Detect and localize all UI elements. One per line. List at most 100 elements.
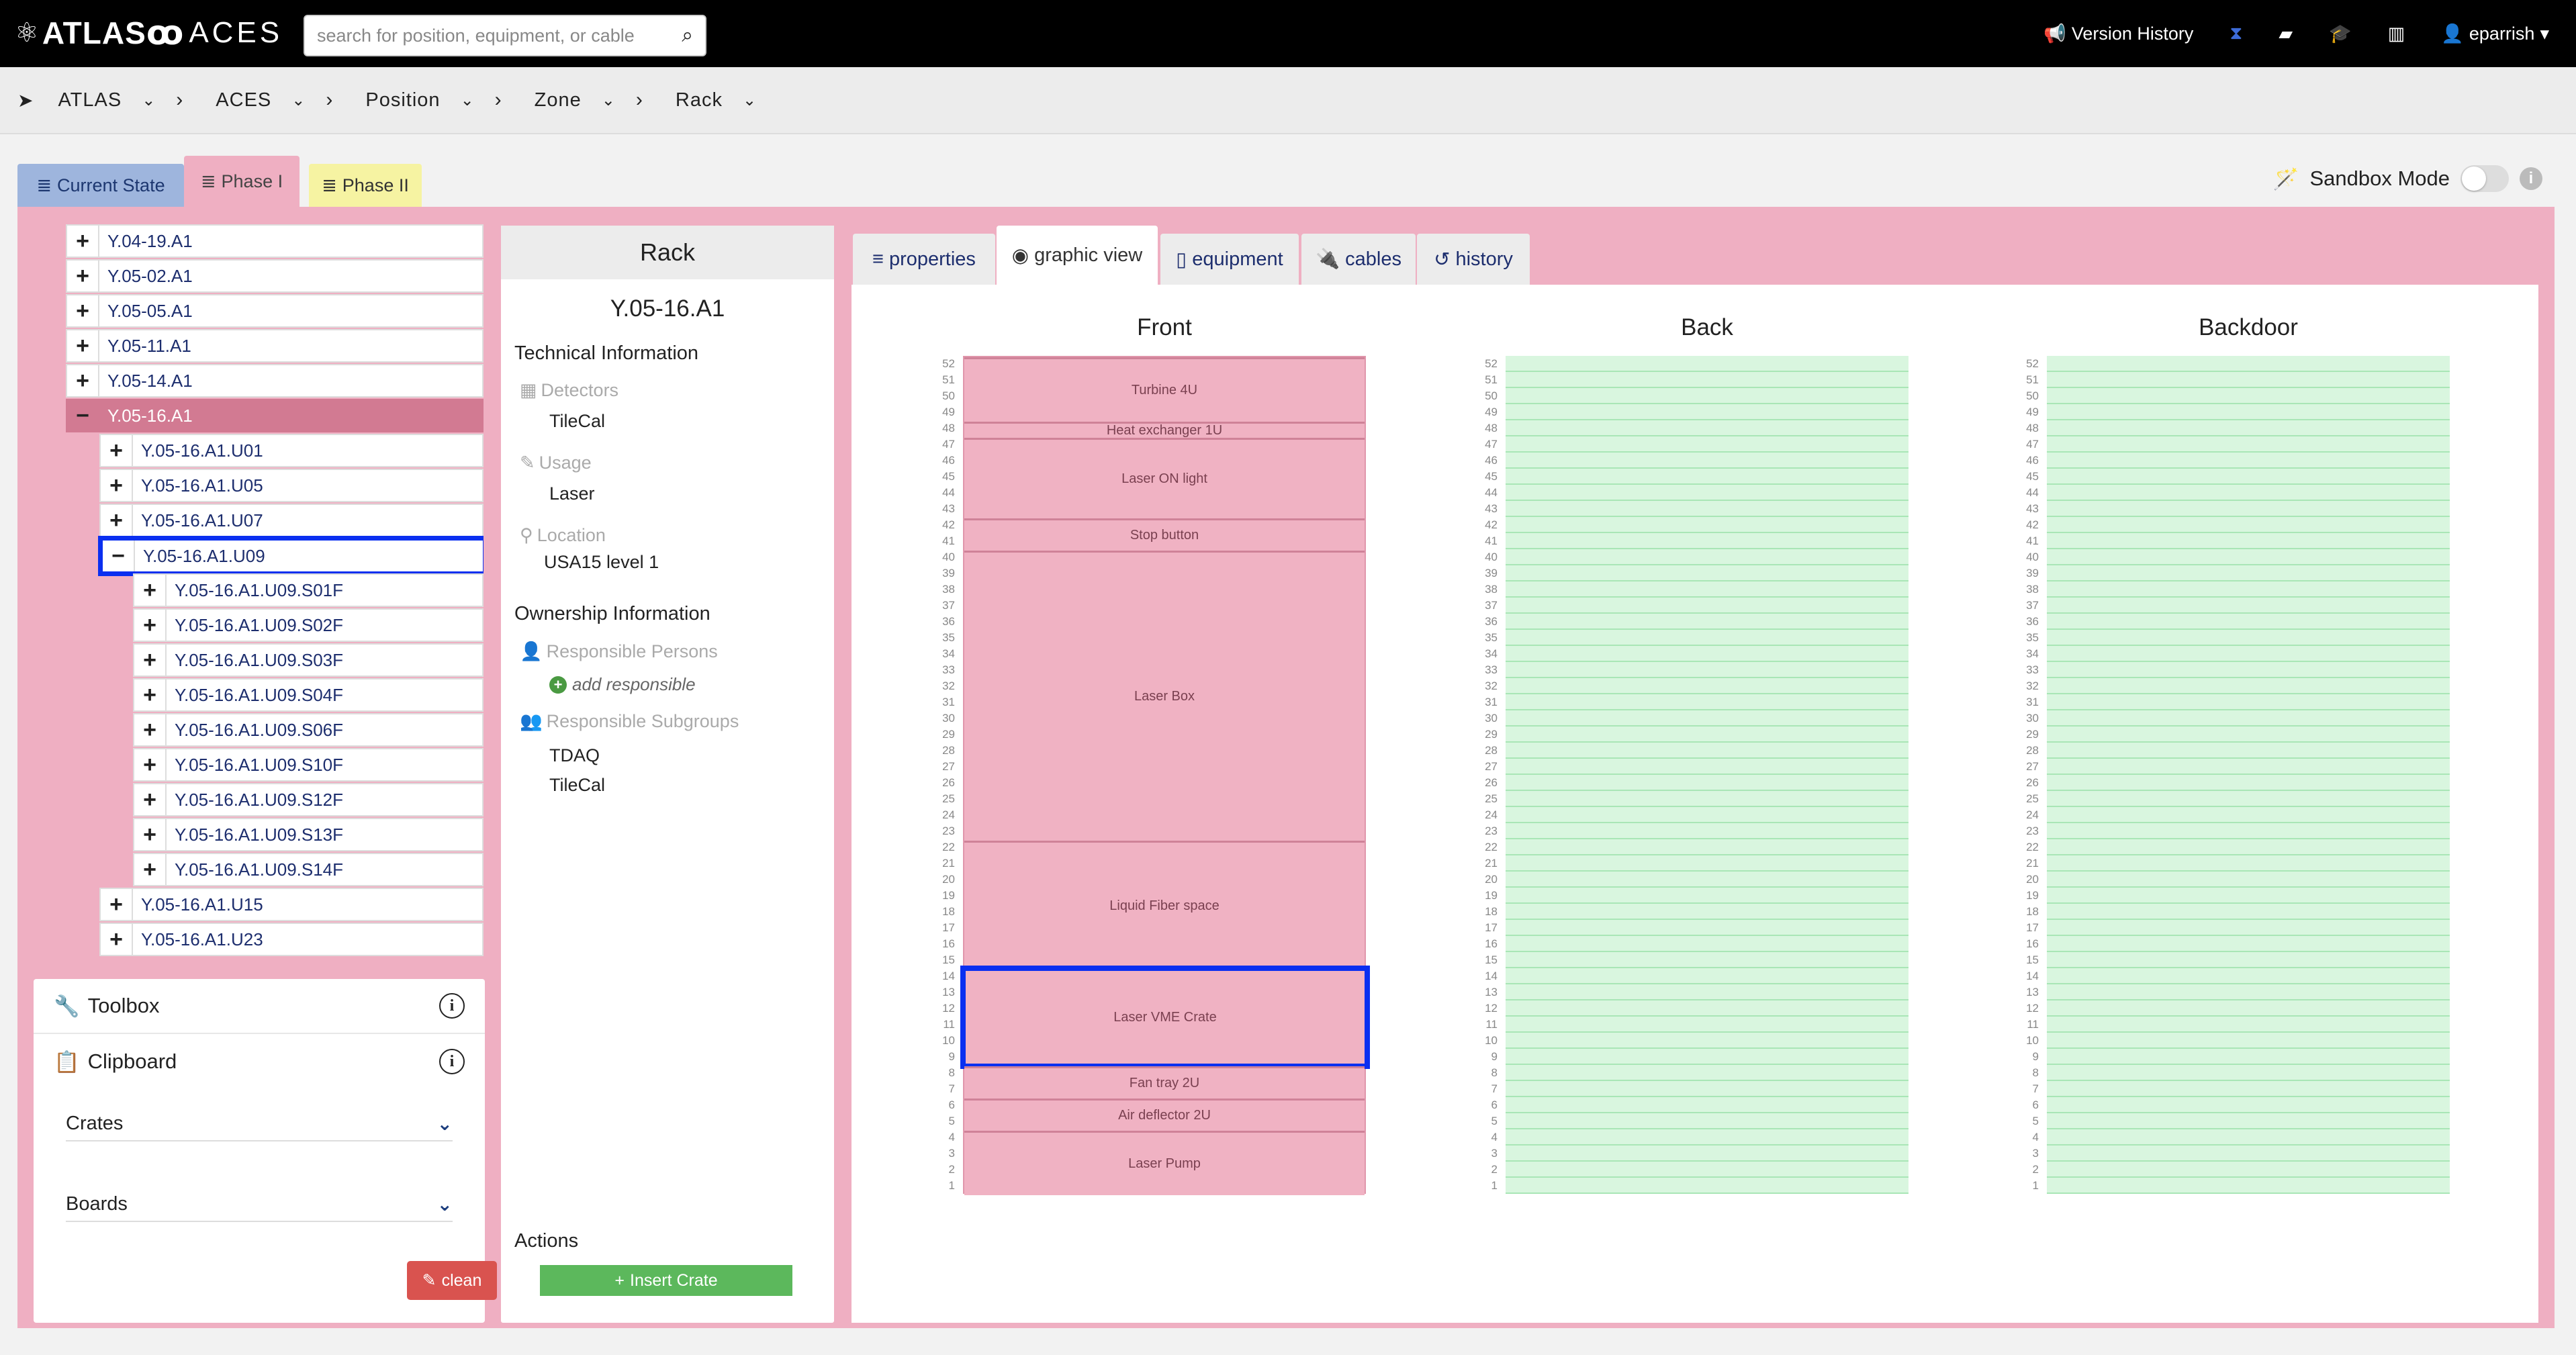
expand-icon[interactable]: + bbox=[101, 470, 133, 501]
tree-node[interactable]: + Y.05-16.A1.U05 bbox=[99, 469, 484, 502]
graduation-link[interactable]: 🎓 bbox=[2329, 23, 2352, 44]
search-input[interactable] bbox=[317, 25, 682, 46]
tree-node-label[interactable]: Y.05-16.A1.U05 bbox=[133, 475, 263, 496]
sandbox-toggle[interactable] bbox=[2460, 165, 2509, 192]
clipboard-boards-dropdown[interactable]: Boards ⌄ bbox=[66, 1187, 453, 1222]
tree-node[interactable]: + Y.05-16.A1.U23 bbox=[99, 923, 484, 956]
tree-node[interactable]: + Y.05-05.A1 bbox=[66, 294, 484, 328]
tree-node-label[interactable]: Y.05-16.A1.U09.S10F bbox=[167, 755, 343, 776]
tree-node-label[interactable]: Y.05-02.A1 bbox=[99, 266, 193, 287]
rack-slot[interactable]: Air deflector 2U bbox=[964, 1099, 1365, 1131]
tab-phase-2[interactable]: ≣ Phase II bbox=[309, 164, 422, 207]
clipboard-info-icon[interactable]: i bbox=[439, 1049, 465, 1074]
rack-slot[interactable]: Laser VME Crate bbox=[960, 966, 1370, 1069]
expand-icon[interactable]: + bbox=[67, 365, 99, 396]
clean-button[interactable]: ✎ clean bbox=[407, 1261, 497, 1300]
expand-icon[interactable]: + bbox=[134, 819, 167, 850]
expand-icon[interactable]: + bbox=[134, 610, 167, 641]
tree-node-label[interactable]: Y.05-16.A1.U01 bbox=[133, 440, 263, 461]
rack-slot[interactable]: Laser ON light bbox=[964, 438, 1365, 518]
tree-node[interactable]: + Y.05-11.A1 bbox=[66, 329, 484, 363]
tree-node-label[interactable]: Y.05-16.A1.U09.S01F bbox=[167, 580, 343, 601]
chevron-down-icon[interactable]: ⌄ bbox=[461, 91, 475, 110]
expand-icon[interactable]: + bbox=[134, 680, 167, 710]
tree-node-label[interactable]: Y.05-16.A1.U07 bbox=[133, 510, 263, 531]
chevron-down-icon[interactable]: ⌄ bbox=[602, 91, 616, 110]
expand-icon[interactable]: + bbox=[134, 714, 167, 745]
book-link[interactable]: ▰ bbox=[2279, 24, 2293, 44]
breadcrumb-item[interactable]: ACES ⌄ › bbox=[216, 89, 333, 111]
tree-node[interactable]: + Y.05-16.A1.U09.S12F bbox=[133, 783, 484, 816]
tree-node[interactable]: + Y.05-16.A1.U09.S04F bbox=[133, 678, 484, 712]
tree-node-label[interactable]: Y.05-16.A1.U09.S06F bbox=[167, 720, 343, 741]
clipboard-header[interactable]: 📋 Clipboard i bbox=[34, 1034, 485, 1089]
user-menu[interactable]: 👤 eparrish ▾ bbox=[2441, 23, 2549, 44]
collapse-icon[interactable]: − bbox=[67, 400, 99, 431]
tree-node-label[interactable]: Y.05-11.A1 bbox=[99, 336, 191, 357]
tree-node-label[interactable]: Y.05-16.A1.U09.S04F bbox=[167, 685, 343, 706]
tree-node[interactable]: + Y.05-16.A1.U09.S14F bbox=[133, 853, 484, 886]
toolbox-info-icon[interactable]: i bbox=[439, 993, 465, 1019]
expand-icon[interactable]: + bbox=[134, 784, 167, 815]
expand-icon[interactable]: + bbox=[101, 435, 133, 466]
tree-node-label[interactable]: Y.05-16.A1.U09.S02F bbox=[167, 615, 343, 636]
tree-node[interactable]: + Y.05-16.A1.U09.S13F bbox=[133, 818, 484, 851]
insert-crate-button[interactable]: + Insert Crate bbox=[540, 1265, 792, 1296]
breadcrumb-item[interactable]: Position ⌄ › bbox=[365, 89, 502, 111]
expand-icon[interactable]: + bbox=[134, 575, 167, 606]
expand-icon[interactable]: + bbox=[101, 924, 133, 955]
tree-node-label[interactable]: Y.05-16.A1.U23 bbox=[133, 929, 263, 950]
tree-node[interactable]: + Y.05-16.A1.U09.S02F bbox=[133, 608, 484, 642]
expand-icon[interactable]: + bbox=[134, 749, 167, 780]
clipboard-crates-dropdown[interactable]: Crates ⌄ bbox=[66, 1107, 453, 1141]
tab-current-state[interactable]: ≣ Current State bbox=[17, 164, 184, 207]
expand-icon[interactable]: + bbox=[101, 889, 133, 920]
tree-node-label[interactable]: Y.05-05.A1 bbox=[99, 301, 193, 322]
tree-node[interactable]: + Y.05-16.A1.U09.S06F bbox=[133, 713, 484, 747]
tree-node[interactable]: + Y.05-14.A1 bbox=[66, 364, 484, 398]
breadcrumb-item[interactable]: Rack ⌄ bbox=[676, 89, 757, 111]
tree-node[interactable]: + Y.05-02.A1 bbox=[66, 259, 484, 293]
backdoor-rack[interactable] bbox=[2047, 356, 2450, 1194]
tree-node-label[interactable]: Y.05-16.A1.U15 bbox=[133, 894, 263, 915]
tree-node-label[interactable]: Y.05-16.A1.U09.S03F bbox=[167, 650, 343, 671]
info-icon[interactable]: i bbox=[2520, 167, 2542, 190]
tree-node[interactable]: + Y.05-16.A1.U09.S01F bbox=[133, 573, 484, 607]
rack-slot[interactable]: Stop button bbox=[964, 518, 1365, 551]
tree-node[interactable]: + Y.05-16.A1.U07 bbox=[99, 504, 484, 537]
tree-node[interactable]: + Y.05-16.A1.U15 bbox=[99, 888, 484, 921]
tree-node-label[interactable]: Y.05-16.A1.U09 bbox=[135, 546, 265, 567]
tab-properties[interactable]: ≡ properties bbox=[853, 234, 995, 285]
stats-link[interactable]: ▥ bbox=[2388, 24, 2405, 44]
tab-cables[interactable]: 🔌 cables bbox=[1301, 234, 1416, 285]
chevron-down-icon[interactable]: ⌄ bbox=[142, 91, 156, 110]
rack-slot[interactable]: Heat exchanger 1U bbox=[964, 422, 1365, 438]
expand-icon[interactable]: + bbox=[67, 330, 99, 361]
rack-slot[interactable]: Turbine 4U bbox=[964, 357, 1365, 422]
tree-node[interactable]: + Y.05-16.A1.U01 bbox=[99, 434, 484, 467]
tree-node[interactable]: + Y.05-16.A1.U09.S10F bbox=[133, 748, 484, 782]
add-responsible-link[interactable]: + add responsible bbox=[549, 674, 696, 695]
tab-graphic-view[interactable]: ◉ graphic view bbox=[997, 226, 1158, 285]
tree-node-label[interactable]: Y.05-16.A1 bbox=[99, 406, 193, 426]
tree-node-label[interactable]: Y.05-16.A1.U09.S14F bbox=[167, 859, 343, 880]
version-history-link[interactable]: 📢 Version History bbox=[2043, 23, 2193, 44]
chevron-down-icon[interactable]: ⌄ bbox=[291, 91, 306, 110]
tree-node[interactable]: + Y.05-16.A1.U09.S03F bbox=[133, 643, 484, 677]
expand-icon[interactable]: + bbox=[134, 645, 167, 675]
breadcrumb-item[interactable]: Zone ⌄ › bbox=[535, 89, 643, 111]
tab-history[interactable]: ↺ history bbox=[1417, 234, 1530, 285]
tree-node[interactable]: + Y.04-19.A1 bbox=[66, 224, 484, 258]
tab-equipment[interactable]: ▯ equipment bbox=[1160, 234, 1299, 285]
tree-node-label[interactable]: Y.05-16.A1.U09.S13F bbox=[167, 825, 343, 845]
rack-slot[interactable]: Liquid Fiber space bbox=[964, 841, 1365, 970]
expand-icon[interactable]: + bbox=[134, 854, 167, 885]
tab-phase-1[interactable]: ≣ Phase I bbox=[184, 156, 300, 207]
atlas-logo[interactable]: ⚛ ATLAS bbox=[15, 9, 146, 56]
toolbox-header[interactable]: 🔧 Toolbox i bbox=[34, 979, 485, 1034]
search-icon[interactable]: ⌕ bbox=[682, 24, 693, 47]
rack-slot[interactable]: Fan tray 2U bbox=[964, 1066, 1365, 1099]
expand-icon[interactable]: + bbox=[101, 505, 133, 536]
back-rack[interactable] bbox=[1506, 356, 1908, 1194]
expand-icon[interactable]: + bbox=[67, 295, 99, 326]
